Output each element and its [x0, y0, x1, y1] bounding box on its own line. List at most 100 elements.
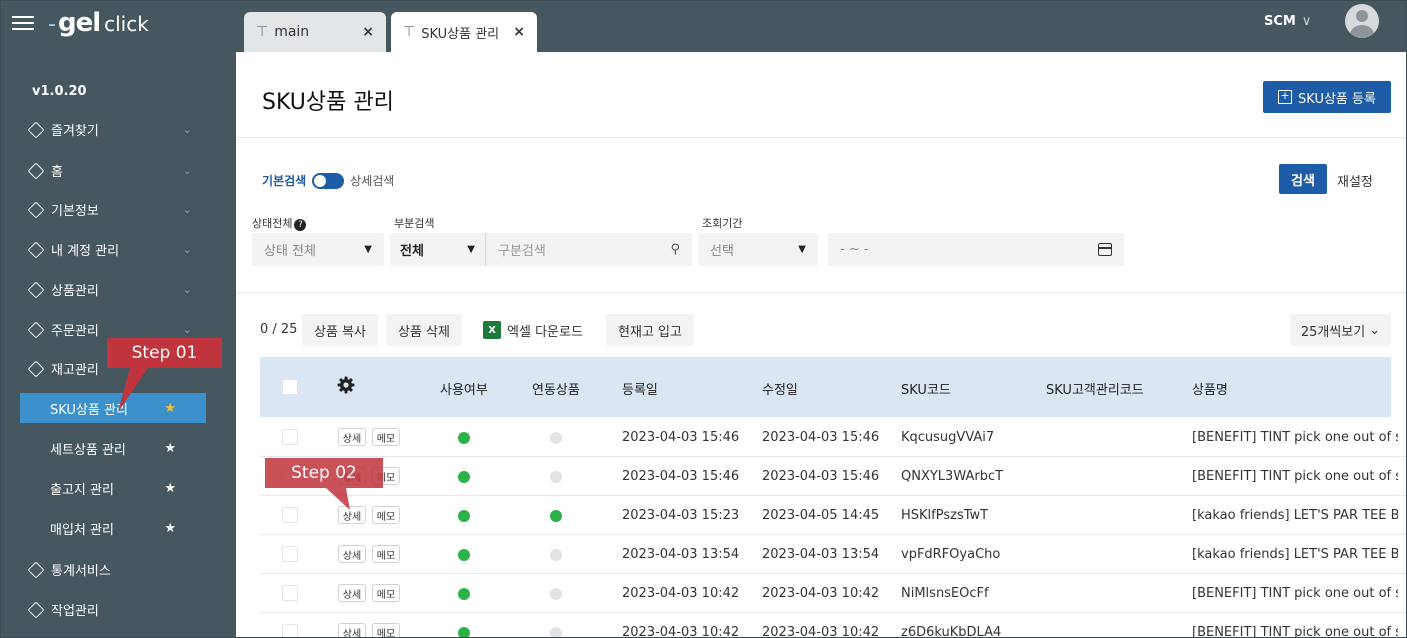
product-name[interactable]: [BENEFIT] TINT pick one out of six: [1192, 625, 1398, 638]
product-name[interactable]: [kakao friends] LET'S PAR TEE BALL: [1192, 547, 1398, 562]
delete-product-button[interactable]: 상품 삭제: [386, 314, 462, 346]
sidebar-item-basic-info[interactable]: 기본정보 ⌄: [27, 200, 200, 219]
search-icon[interactable]: ⚲: [670, 242, 680, 257]
detail-button[interactable]: 상세: [338, 545, 366, 563]
modified-date: 2023-04-03 15:46: [762, 430, 880, 445]
memo-button[interactable]: 메모: [372, 506, 400, 524]
use-status-dot: [458, 510, 470, 522]
memo-button[interactable]: 메모: [372, 584, 400, 602]
search-button[interactable]: 검색: [1279, 164, 1327, 194]
sidebar-item-sku-product[interactable]: SKU상품 관리 ★: [20, 393, 206, 423]
close-icon[interactable]: ×: [513, 24, 525, 40]
product-name[interactable]: [kakao friends] LET'S PAR TEE BALL: [1192, 508, 1398, 523]
sidebar-item-shipping-origin[interactable]: 출고지 관리 ★: [20, 473, 206, 503]
detail-button[interactable]: 상세: [338, 623, 366, 638]
hamburger-menu-icon[interactable]: [12, 12, 34, 34]
partial-search-label: 부분검색: [394, 217, 435, 230]
sku-code: vpFdRFOyaCho: [901, 547, 1001, 562]
select-all-checkbox[interactable]: [282, 379, 298, 395]
use-status-dot: [458, 588, 470, 600]
row-checkbox[interactable]: [282, 507, 298, 523]
close-icon[interactable]: ×: [362, 24, 374, 40]
date-range-input[interactable]: - ~ -: [828, 233, 1124, 266]
chevron-down-icon: ⌄: [182, 323, 192, 336]
tab-main[interactable]: ⊤ main ×: [244, 12, 386, 52]
sidebar-item-home[interactable]: 홈 ⌄: [27, 161, 200, 180]
search-mode-toggle[interactable]: 기본검색 상세검색: [262, 172, 394, 189]
column-header-use[interactable]: 사용여부: [440, 379, 488, 398]
cube-icon: [27, 241, 45, 258]
copy-product-button[interactable]: 상품 복사: [302, 314, 378, 346]
column-header-registered[interactable]: 등록일: [622, 379, 658, 398]
sidebar-item-supplier[interactable]: 매입처 관리 ★: [20, 513, 206, 543]
avatar[interactable]: [1345, 4, 1379, 38]
reset-button[interactable]: 재설정: [1337, 171, 1373, 190]
memo-button[interactable]: 메모: [372, 545, 400, 563]
use-status-dot: [458, 627, 470, 638]
table-row[interactable]: 상세 메모 2023-04-03 15:23 2023-04-05 14:45 HSKl…: [260, 496, 1407, 535]
detail-button[interactable]: 상세: [338, 584, 366, 602]
toggle-switch[interactable]: [312, 172, 345, 189]
chevron-down-icon: ⌄: [182, 203, 192, 216]
status-select[interactable]: 상태 전체 ▼: [252, 233, 384, 266]
row-checkbox[interactable]: [282, 429, 298, 445]
tab-sku-product[interactable]: ⊤ SKU상품 관리 ×: [391, 12, 537, 52]
search-input[interactable]: 구분검색 ⚲: [486, 240, 692, 259]
chevron-down-icon: ⌄: [182, 164, 192, 177]
table-row[interactable]: 상세 메모 2023-04-03 10:42 2023-04-03 10:42 z6D6…: [260, 613, 1407, 638]
table-row[interactable]: 상세 메모 2023-04-03 15:46 2023-04-03 15:46 Kqcu…: [260, 418, 1407, 457]
modified-date: 2023-04-05 14:45: [762, 508, 880, 523]
product-name[interactable]: [BENEFIT] TINT pick one out of six: [1192, 430, 1398, 445]
sidebar-item-products[interactable]: 상품관리 ⌄: [27, 280, 200, 299]
cube-icon: [27, 321, 45, 338]
column-header-product-name[interactable]: 상품명: [1192, 379, 1228, 398]
table-row[interactable]: 상세 메모 2023-04-03 10:42 2023-04-03 10:42 NiMl…: [260, 574, 1407, 613]
row-checkbox[interactable]: [282, 585, 298, 601]
use-status-dot: [458, 432, 470, 444]
modified-date: 2023-04-03 13:54: [762, 547, 880, 562]
register-sku-button[interactable]: + SKU상품 등록: [1263, 81, 1391, 113]
star-icon[interactable]: ★: [164, 481, 176, 496]
sidebar-item-set-product[interactable]: 세트상품 관리 ★: [20, 433, 206, 463]
sidebar-item-favorites[interactable]: 즐겨찾기 ⌄: [27, 120, 200, 139]
product-name[interactable]: [BENEFIT] TINT pick one out of six: [1192, 469, 1398, 484]
pin-icon[interactable]: ⊤: [256, 24, 268, 40]
detail-button[interactable]: 상세: [338, 428, 366, 446]
selection-count: 0 / 25: [260, 322, 298, 337]
memo-button[interactable]: 메모: [372, 623, 400, 638]
sidebar-item-orders[interactable]: 주문관리 ⌄: [27, 320, 200, 339]
sidebar-item-statistics[interactable]: 통계서비스: [27, 560, 200, 579]
column-header-modified[interactable]: 수정일: [762, 379, 798, 398]
star-icon[interactable]: ★: [164, 441, 176, 456]
period-select[interactable]: 선택 ▼: [698, 233, 818, 266]
pin-icon[interactable]: ⊤: [403, 24, 415, 40]
help-icon[interactable]: ?: [294, 219, 307, 231]
sku-code: z6D6kuKbDLA4: [901, 625, 1002, 638]
chevron-down-icon: ▼: [364, 244, 372, 255]
column-header-sku-code[interactable]: SKU코드: [901, 379, 951, 398]
table-row[interactable]: 상세메모2023-04-03 15:462023-04-03 15:46QNXY…: [260, 457, 1407, 496]
detail-button[interactable]: 상세: [338, 506, 366, 524]
table-row[interactable]: 상세 메모 2023-04-03 13:54 2023-04-03 13:54 vpFd…: [260, 535, 1407, 574]
row-checkbox[interactable]: [282, 624, 298, 638]
star-icon[interactable]: ★: [164, 401, 176, 416]
plus-icon: +: [1278, 90, 1293, 104]
account-menu[interactable]: SCM ∨: [1264, 14, 1311, 29]
registered-date: 2023-04-03 13:54: [622, 547, 740, 562]
column-header-linked[interactable]: 연동상품: [532, 379, 580, 398]
column-header-customer-code[interactable]: SKU고객관리코드: [1046, 379, 1144, 398]
stock-receive-button[interactable]: 현재고 입고: [606, 314, 694, 346]
search-scope-select[interactable]: 전체 ▼: [390, 233, 486, 266]
status-filter-label: 상태전체?: [252, 215, 307, 231]
gear-icon[interactable]: [336, 375, 356, 395]
sidebar-item-tasks[interactable]: 작업관리: [27, 600, 200, 619]
star-icon[interactable]: ★: [164, 521, 176, 536]
app-logo[interactable]: - gel click: [48, 8, 149, 40]
memo-button[interactable]: 메모: [372, 428, 400, 446]
sidebar-item-account[interactable]: 내 계정 관리 ⌄: [27, 240, 200, 259]
excel-download-button[interactable]: X 엑셀 다운로드: [470, 314, 596, 346]
calendar-icon[interactable]: [1098, 243, 1112, 256]
page-size-select[interactable]: 25개씩보기 ⌄: [1290, 314, 1391, 346]
product-name[interactable]: [BENEFIT] TINT pick one out of six: [1192, 586, 1398, 601]
row-checkbox[interactable]: [282, 546, 298, 562]
